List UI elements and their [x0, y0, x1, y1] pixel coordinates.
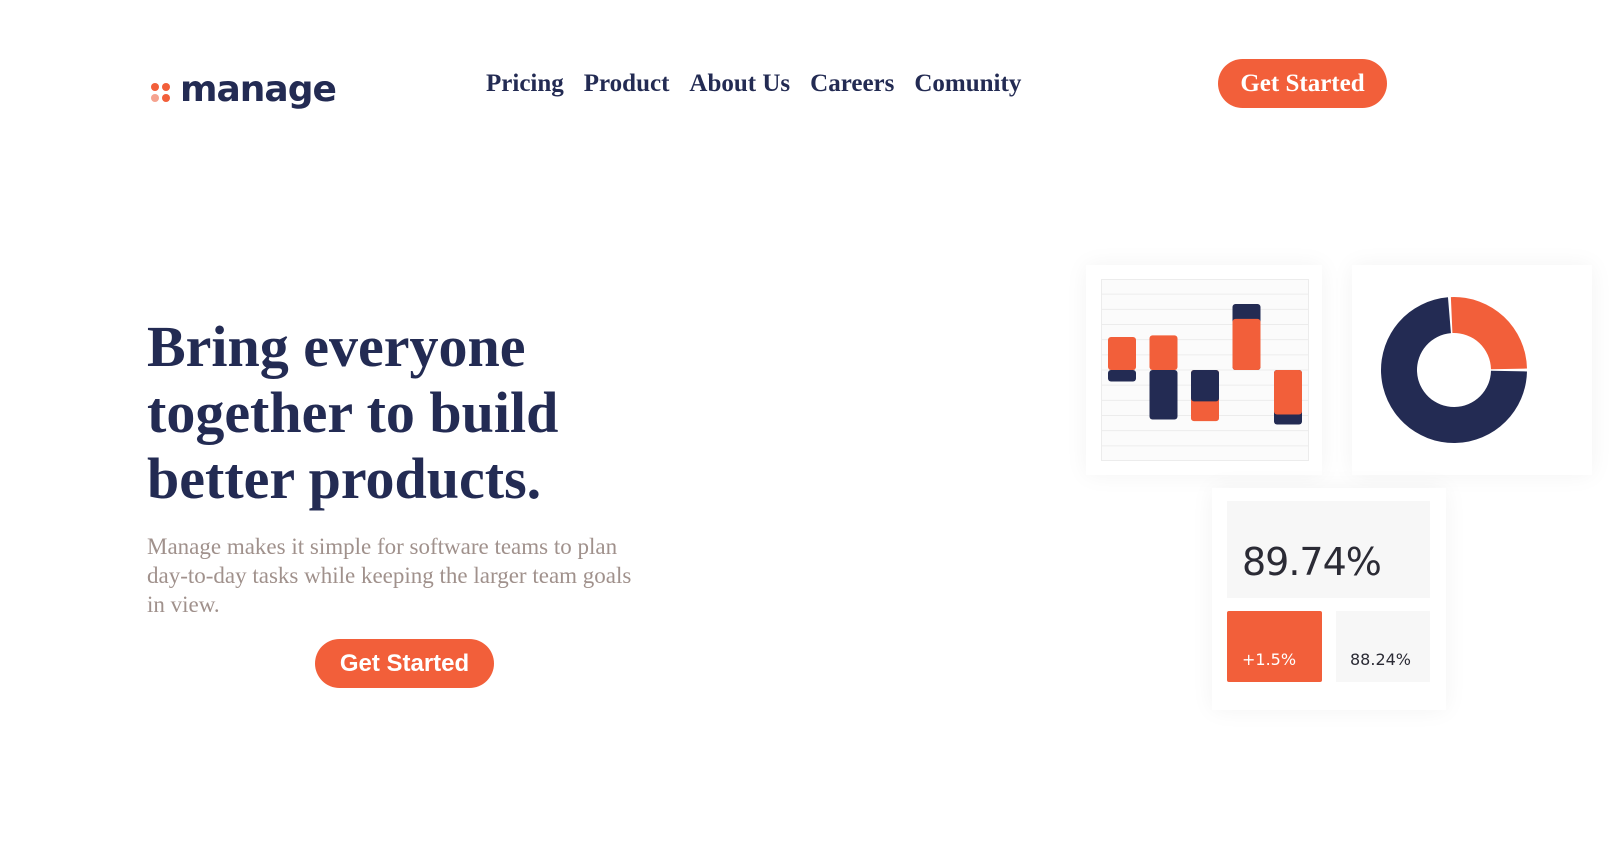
bar-segment-orange	[1274, 370, 1302, 415]
logo-dot	[162, 94, 170, 102]
bar-segment-navy	[1191, 370, 1219, 402]
stat-secondary-tile: 88.24%	[1336, 611, 1430, 682]
nav-link-about-us[interactable]: About Us	[689, 70, 790, 98]
bar-segment-navy	[1149, 370, 1178, 420]
bar-segment-orange	[1149, 335, 1178, 370]
logo-text: manage	[180, 69, 337, 110]
donut-chart-illustration	[1381, 297, 1527, 443]
stat-main-value: 89.74%	[1242, 540, 1382, 584]
stat-change-tile: +1.5%	[1227, 611, 1322, 682]
nav-link-careers[interactable]: Careers	[810, 70, 894, 98]
logo[interactable]: manage	[149, 68, 337, 112]
stat-secondary-value: 88.24%	[1350, 650, 1412, 669]
bar-chart-illustration	[1101, 279, 1309, 461]
hero-title: Bring everyone together to build better …	[147, 314, 559, 511]
stat-main-tile: 89.74%	[1227, 501, 1430, 598]
logo-dot	[162, 83, 170, 91]
logo-dot	[151, 83, 159, 91]
hero-get-started-button[interactable]: Get Started	[315, 639, 494, 688]
nav-link-product[interactable]: Product	[584, 70, 670, 98]
bar-segment-orange	[1232, 318, 1261, 370]
bar-segment-orange	[1108, 337, 1136, 370]
bar-segment-navy	[1108, 370, 1136, 382]
logo-dots-icon	[149, 81, 171, 103]
logo-dot	[151, 94, 159, 102]
main-nav: Pricing Product About Us Careers Comunit…	[486, 68, 1041, 100]
nav-link-pricing[interactable]: Pricing	[486, 70, 564, 98]
header-get-started-button[interactable]: Get Started	[1218, 59, 1387, 108]
hero-description: Manage makes it simple for software team…	[147, 534, 632, 617]
stat-change-value: +1.5%	[1242, 650, 1297, 669]
donut-slice-orange	[1450, 297, 1527, 370]
nav-link-comunity[interactable]: Comunity	[914, 70, 1021, 98]
